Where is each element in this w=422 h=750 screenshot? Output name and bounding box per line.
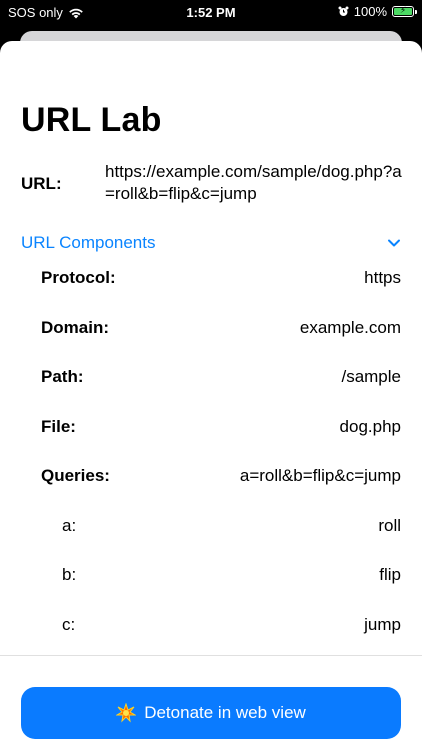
component-row: a: roll (41, 516, 401, 540)
component-row: Protocol: https (41, 268, 401, 292)
component-row: b: flip (41, 565, 401, 589)
component-row: Domain: example.com (41, 318, 401, 342)
component-row: c: jump (41, 615, 401, 639)
component-row: Queries: a=roll&b=flip&c=jump (41, 466, 401, 490)
status-bar: SOS only 1:52 PM 100% ⚡ (0, 0, 422, 26)
page-title: URL Lab (21, 101, 162, 139)
component-key: Protocol: (41, 268, 116, 287)
component-value: https (364, 268, 401, 287)
component-row: Path: /sample (41, 367, 401, 391)
alarm-icon (338, 6, 349, 16)
app-screen: SOS only 1:52 PM 100% ⚡ URL Lab URL: htt… (0, 0, 422, 750)
component-key: Domain: (41, 317, 109, 337)
detonate-button-label: Detonate in web view (144, 703, 306, 722)
battery-icon: ⚡ (392, 5, 417, 17)
component-value: flip (379, 565, 401, 584)
component-key: c: (62, 614, 76, 634)
component-key: File: (41, 416, 76, 436)
collision-icon (116, 703, 137, 723)
detonate-button[interactable]: Detonate in web view (21, 687, 401, 739)
url-value: https://example.com/sample/dog.php?a=rol… (105, 162, 402, 203)
modal-sheet: URL Lab URL: https://example.com/sample/… (0, 41, 422, 750)
battery-percent: 100% (353, 4, 387, 19)
component-value: roll (378, 515, 401, 535)
status-right: 100% ⚡ (338, 4, 417, 19)
component-value: example.com (299, 317, 401, 337)
component-key: Queries: (41, 466, 110, 485)
component-key: a: (62, 515, 77, 535)
component-row: File: dog.php (41, 417, 401, 441)
component-value: a=roll&b=flip&c=jump (239, 466, 401, 485)
divider (0, 655, 422, 656)
url-components-label: URL Components (21, 233, 156, 252)
component-value: jump (364, 614, 401, 634)
url-components-disclosure[interactable]: URL Components (21, 231, 403, 255)
chevron-down-icon (388, 239, 400, 247)
component-key: Path: (41, 367, 84, 386)
url-label: URL: (21, 174, 62, 193)
component-key: b: (62, 565, 77, 584)
component-value: dog.php (339, 416, 401, 436)
component-value: /sample (341, 367, 401, 386)
charging-bolt-icon: ⚡ (399, 5, 407, 15)
